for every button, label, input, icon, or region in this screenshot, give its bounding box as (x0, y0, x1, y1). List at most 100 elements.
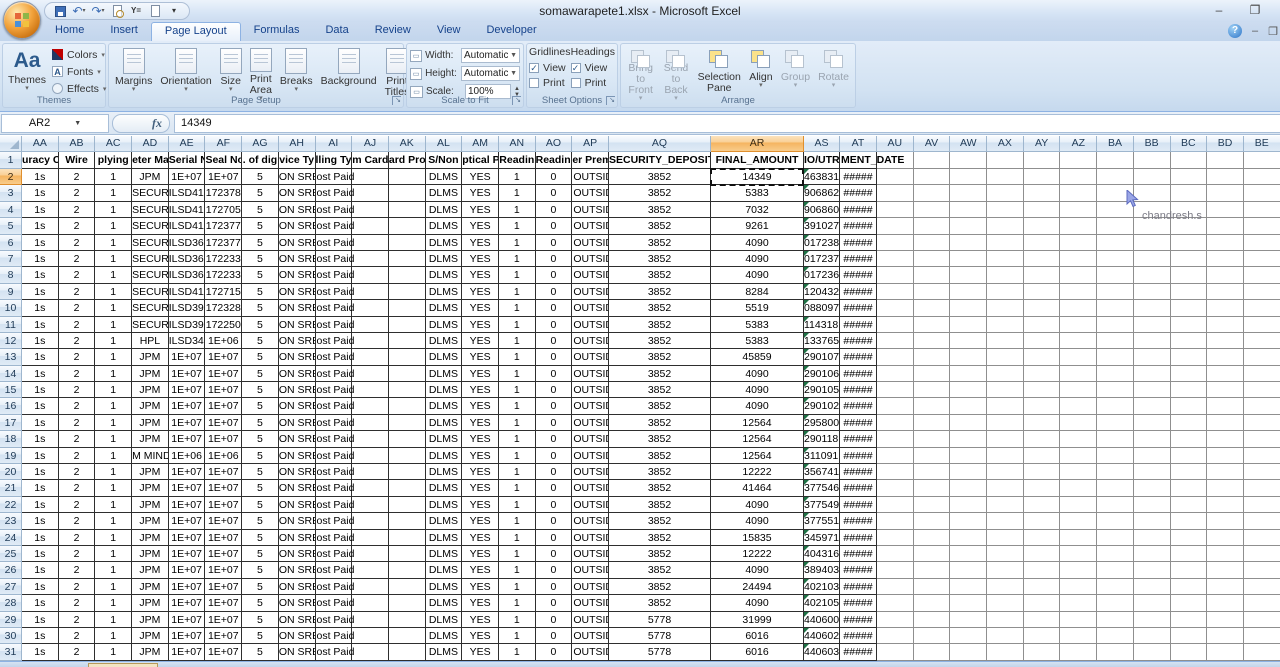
cell-AY29[interactable] (1024, 612, 1061, 628)
row-header-24[interactable]: 24 (0, 530, 22, 546)
header-cell-AC[interactable]: plying (95, 152, 132, 169)
cell-AM30[interactable]: YES (462, 628, 499, 644)
headings-print-checkbox[interactable]: Print (571, 77, 607, 89)
cell-AP17[interactable]: OUTSIDI (572, 415, 609, 431)
cell-AM23[interactable]: YES (462, 513, 499, 529)
page-setup-margins-button[interactable]: Margins▾ (111, 46, 156, 102)
cell-AJ26[interactable] (352, 562, 389, 578)
cell-AX3[interactable] (987, 185, 1024, 201)
cell-BB17[interactable] (1134, 415, 1171, 431)
cell-AL12[interactable]: DLMS (426, 333, 463, 349)
cell-AI7[interactable]: ost Paid (316, 251, 353, 267)
cell-BA28[interactable] (1097, 595, 1134, 611)
cell-AV7[interactable] (914, 251, 951, 267)
cell-BA2[interactable] (1097, 169, 1134, 185)
cell-AB15[interactable]: 2 (59, 382, 96, 398)
cell-AM10[interactable]: YES (462, 300, 499, 316)
cell-AP27[interactable]: OUTSIDI (572, 579, 609, 595)
cell-AN11[interactable]: 1 (499, 317, 536, 333)
cell-AV27[interactable] (914, 579, 951, 595)
cell-AB31[interactable]: 2 (59, 644, 96, 660)
cell-AW11[interactable] (950, 317, 987, 333)
cell-AN22[interactable]: 1 (499, 497, 536, 513)
cell-AC28[interactable]: 1 (95, 595, 132, 611)
cell-AN21[interactable]: 1 (499, 480, 536, 496)
cell-AS12[interactable]: 133765 (804, 333, 840, 349)
cell-AG30[interactable]: 5 (242, 628, 279, 644)
cell-BC25[interactable] (1171, 546, 1208, 562)
cell-AD6[interactable]: SECURE (132, 235, 169, 251)
cell-AA16[interactable]: 1s (22, 398, 59, 414)
cell-AU9[interactable] (877, 284, 914, 300)
cell-BE29[interactable] (1244, 612, 1280, 628)
cell-BE22[interactable] (1244, 497, 1280, 513)
cell-BB22[interactable] (1134, 497, 1171, 513)
cell-AX30[interactable] (987, 628, 1024, 644)
cell-AK30[interactable] (389, 628, 426, 644)
cell-BA11[interactable] (1097, 317, 1134, 333)
cell-AL4[interactable]: DLMS (426, 202, 463, 218)
cell-AI26[interactable]: ost Paid (316, 562, 353, 578)
cell-AE27[interactable]: 1E+07 (169, 579, 206, 595)
cell-AH19[interactable]: ON SRE (279, 448, 316, 464)
cell-AM9[interactable]: YES (462, 284, 499, 300)
cell-AM7[interactable]: YES (462, 251, 499, 267)
cell-AO9[interactable]: 0 (536, 284, 573, 300)
cell-AE30[interactable]: 1E+07 (169, 628, 206, 644)
cell-AW26[interactable] (950, 562, 987, 578)
cell-AO20[interactable]: 0 (536, 464, 573, 480)
cell-AM29[interactable]: YES (462, 612, 499, 628)
tab-page-layout[interactable]: Page Layout (151, 22, 241, 41)
cell-BB29[interactable] (1134, 612, 1171, 628)
cell-AD15[interactable]: JPM (132, 382, 169, 398)
cell-BE12[interactable] (1244, 333, 1280, 349)
cell-AQ19[interactable]: 3852 (609, 448, 711, 464)
cell-AC31[interactable]: 1 (95, 644, 132, 660)
page-setup-breaks-button[interactable]: Breaks▾ (276, 46, 317, 102)
cell-AW8[interactable] (950, 267, 987, 283)
themes-fonts-button[interactable]: AFonts▾ (49, 63, 109, 80)
cell-AE9[interactable]: ILSD411 (169, 284, 206, 300)
cell-AA5[interactable]: 1s (22, 218, 59, 234)
cell-AY19[interactable] (1024, 448, 1061, 464)
cell-BA20[interactable] (1097, 464, 1134, 480)
cell-AR30[interactable]: 6016 (711, 628, 804, 644)
cell-AX2[interactable] (987, 169, 1024, 185)
cell-AD17[interactable]: JPM (132, 415, 169, 431)
cell-BE19[interactable] (1244, 448, 1280, 464)
cell-AQ14[interactable]: 3852 (609, 366, 711, 382)
cell-AT16[interactable]: ##### (840, 398, 877, 414)
cell-AC13[interactable]: 1 (95, 349, 132, 365)
header-cell-AN[interactable]: Readin (499, 152, 536, 169)
cell-AX28[interactable] (987, 595, 1024, 611)
cell-AP9[interactable]: OUTSIDI (572, 284, 609, 300)
cell-AA31[interactable]: 1s (22, 644, 59, 660)
cell-AO13[interactable]: 0 (536, 349, 573, 365)
row-header-12[interactable]: 12 (0, 333, 22, 349)
cell-AQ28[interactable]: 3852 (609, 595, 711, 611)
cell-AR27[interactable]: 24494 (711, 579, 804, 595)
cell-BA31[interactable] (1097, 644, 1134, 660)
cell-AE6[interactable]: ILSD362 (169, 235, 206, 251)
cell-AH13[interactable]: ON SRE (279, 349, 316, 365)
cell-BA12[interactable] (1097, 333, 1134, 349)
cell-AR10[interactable]: 5519 (711, 300, 804, 316)
cell-BE28[interactable] (1244, 595, 1280, 611)
cell-AE15[interactable]: 1E+07 (169, 382, 206, 398)
cell-AE18[interactable]: 1E+07 (169, 431, 206, 447)
cell-BE23[interactable] (1244, 513, 1280, 529)
cell-AV12[interactable] (914, 333, 951, 349)
cell-AS20[interactable]: 356741 (804, 464, 840, 480)
cell-AI2[interactable]: ost Paid (316, 169, 353, 185)
cell-AV22[interactable] (914, 497, 951, 513)
cell-AB20[interactable]: 2 (59, 464, 96, 480)
cell-AW16[interactable] (950, 398, 987, 414)
header-cell-AA[interactable]: uracy C (22, 152, 59, 169)
header-cell-AB[interactable]: Wire (59, 152, 96, 169)
cell-AA26[interactable]: 1s (22, 562, 59, 578)
cell-AD14[interactable]: JPM (132, 366, 169, 382)
cell-AR22[interactable]: 4090 (711, 497, 804, 513)
cell-AD4[interactable]: SECURE (132, 202, 169, 218)
cell-AK7[interactable] (389, 251, 426, 267)
cell-AL6[interactable]: DLMS (426, 235, 463, 251)
